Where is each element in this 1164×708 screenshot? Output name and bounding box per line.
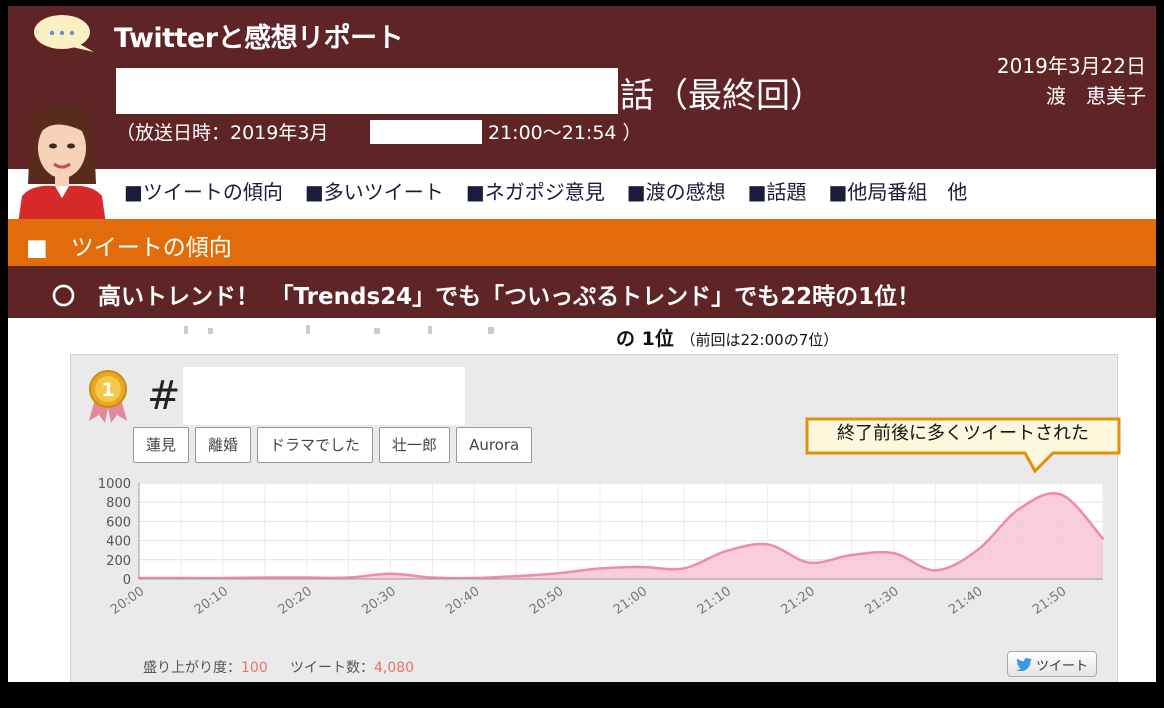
report-slide: Twitterと感想リポート 話（最終回） （放送日時：2019年3月 21:0… bbox=[8, 6, 1156, 682]
trend-ranking-panel: 1 # 蓮見 離婚 ドラマでした 壮一郎 Aurora 終了前後に多くツイートさ… bbox=[70, 354, 1121, 682]
chart-x-tick-label: 21:00 bbox=[611, 584, 650, 618]
section-title: ■ ツイートの傾向 bbox=[26, 235, 232, 261]
keyword-tag[interactable]: 壮一郎 bbox=[379, 427, 451, 463]
faded-text-remnant bbox=[184, 325, 494, 334]
redacted-hashtag bbox=[183, 367, 465, 425]
section-header: ■ ツイートの傾向 bbox=[8, 219, 1156, 266]
chart-y-tick-label: 600 bbox=[106, 515, 131, 530]
tweet-button[interactable]: ツイート bbox=[1007, 651, 1097, 677]
chart-data-point bbox=[892, 551, 895, 555]
stats-line: 盛り上がり度：100 ツイート数：4,080 bbox=[143, 657, 414, 677]
tweet-button-label: ツイート bbox=[1035, 658, 1088, 674]
section-nav: ■ツイートの傾向 ■多いツイート ■ネガポジ意見 ■渡の感想 ■話題 ■他局番組… bbox=[124, 176, 967, 205]
chart-x-tick-label: 21:10 bbox=[695, 584, 734, 618]
nav-item-other-programs[interactable]: ■他局番組 他 bbox=[829, 176, 968, 205]
redacted-air-date bbox=[370, 120, 482, 144]
callout-text: 終了前後に多くツイートされた bbox=[837, 423, 1089, 444]
chart-data-point bbox=[1017, 507, 1021, 511]
report-date: 2019年3月22日 bbox=[996, 54, 1146, 78]
chart-x-tick-label: 20:10 bbox=[192, 584, 231, 618]
medal-number: 1 bbox=[101, 379, 114, 401]
chart-data-point bbox=[598, 567, 602, 570]
tweet-count-value: 4,080 bbox=[374, 660, 415, 676]
chart-data-point bbox=[515, 574, 518, 578]
excitement-label: 盛り上がり度： bbox=[143, 660, 241, 676]
rank-note: （前回は22:00の7位） bbox=[680, 331, 839, 349]
keyword-tag[interactable]: Aurora bbox=[456, 427, 533, 463]
speech-bubble-icon bbox=[34, 15, 94, 52]
nav-item-topics[interactable]: ■話題 bbox=[748, 176, 807, 205]
chart-data-point bbox=[766, 543, 769, 546]
chart-data-point bbox=[431, 576, 434, 579]
trend-headline: 〇 高いトレンド！ 「Trends24」でも「ついっぷるトレンド」でも22時の1… bbox=[52, 284, 921, 310]
twitter-bird-icon bbox=[1015, 657, 1032, 671]
tweet-volume-chart: 0 200 400 600 800 1000 20:00 20:10 20:20 20:30 20:… bbox=[98, 477, 1105, 618]
chart-data-point bbox=[808, 561, 811, 564]
chart-y-tick-label: 400 bbox=[106, 535, 131, 550]
chart-y-tick-label: 200 bbox=[106, 554, 131, 569]
gold-medal-icon: 1 bbox=[89, 370, 127, 423]
report-author: 渡 恵美子 bbox=[1046, 84, 1146, 108]
chart-y-tick-label: 0 bbox=[123, 573, 131, 588]
related-keywords: 蓮見 離婚 ドラマでした 壮一郎 Aurora bbox=[133, 427, 533, 463]
chart-data-point bbox=[724, 549, 727, 553]
trend-headline-bar: 〇 高いトレンド！ 「Trends24」でも「ついっぷるトレンド」でも22時の1… bbox=[8, 266, 1156, 318]
chart-x-tick-label: 21:20 bbox=[779, 584, 818, 618]
chart-x-tick-label: 20:40 bbox=[443, 584, 482, 618]
chart-data-point bbox=[934, 569, 937, 572]
chart-data-point bbox=[556, 572, 560, 575]
chart-data-point bbox=[305, 576, 308, 579]
reporter-avatar bbox=[18, 104, 106, 224]
chart-y-tick-label: 800 bbox=[106, 496, 131, 511]
tweet-count-label: ツイート数： bbox=[290, 660, 374, 676]
chart-data-point bbox=[850, 553, 853, 557]
chart-x-tick-label: 20:30 bbox=[359, 584, 398, 618]
chart-data-point bbox=[682, 567, 686, 570]
nav-item-impressions[interactable]: ■渡の感想 bbox=[627, 176, 726, 205]
keyword-tag[interactable]: 離婚 bbox=[195, 427, 252, 463]
keyword-tag[interactable]: ドラマでした bbox=[257, 427, 374, 463]
excitement-value: 100 bbox=[241, 660, 268, 676]
nav-item-nega-posi[interactable]: ■ネガポジ意見 bbox=[466, 176, 605, 205]
chart-data-point bbox=[263, 576, 266, 579]
episode-suffix: 話（最終回） bbox=[620, 76, 824, 116]
chart-data-point bbox=[640, 565, 644, 569]
chart-data-point bbox=[389, 572, 392, 575]
chart-x-tick-label: 20:50 bbox=[527, 584, 566, 618]
chart-data-point bbox=[1059, 493, 1063, 496]
chart-x-tick-label: 21:40 bbox=[946, 584, 985, 618]
redacted-program-title bbox=[116, 68, 618, 114]
chart-data-point bbox=[1101, 537, 1105, 540]
chart-y-tick-label: 1000 bbox=[98, 477, 131, 492]
air-time: 21:00～21:54 ） bbox=[488, 122, 642, 144]
keyword-tag[interactable]: 蓮見 bbox=[133, 427, 190, 463]
rank-line: の 1位 （前回は22:00の7位） bbox=[616, 324, 838, 351]
nav-item-tweet-trend[interactable]: ■ツイートの傾向 bbox=[124, 176, 283, 205]
air-date-prefix: （放送日時：2019年3月 bbox=[116, 122, 329, 144]
chart-x-tick-label: 20:00 bbox=[108, 584, 147, 618]
header-banner: Twitterと感想リポート 話（最終回） （放送日時：2019年3月 21:0… bbox=[8, 6, 1156, 169]
chart-data-point bbox=[976, 549, 979, 552]
chart-x-tick-label: 21:30 bbox=[862, 584, 901, 618]
hashtag-symbol: # bbox=[147, 373, 181, 419]
report-title: Twitterと感想リポート bbox=[114, 23, 404, 54]
chart-x-tick-label: 21:50 bbox=[1030, 584, 1069, 618]
rank-text: の 1位 bbox=[616, 328, 674, 350]
chart-x-tick-label: 20:20 bbox=[276, 584, 315, 618]
nav-item-popular-tweets[interactable]: ■多いツイート bbox=[305, 176, 444, 205]
chart-data-point bbox=[347, 576, 350, 579]
